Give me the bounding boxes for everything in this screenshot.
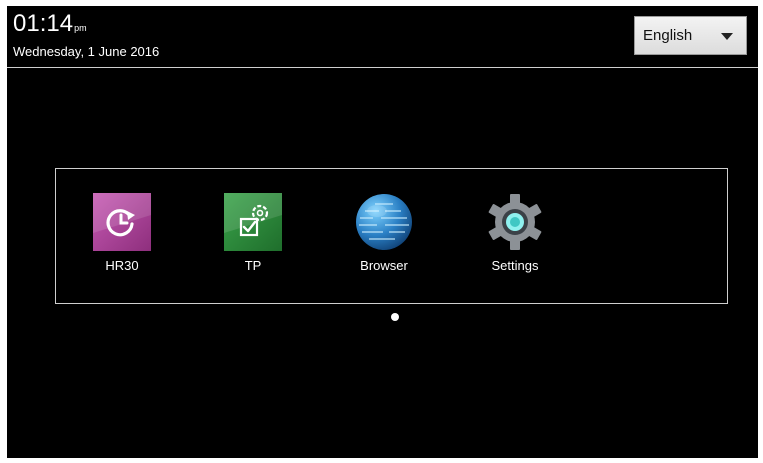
language-selected-value: English (643, 27, 693, 44)
status-bar: 01:14pm Wednesday, 1 June 2016 English (7, 6, 758, 68)
app-browser[interactable]: Browser (339, 193, 429, 275)
app-label-browser: Browser (360, 258, 408, 273)
language-dropdown[interactable]: English (634, 16, 747, 55)
gear-icon (488, 194, 542, 250)
tp-icon (224, 193, 282, 251)
home-screen: 01:14pm Wednesday, 1 June 2016 English H… (7, 6, 758, 458)
page-indicator-dot (391, 313, 399, 321)
app-hr30[interactable]: HR30 (77, 193, 167, 275)
hr30-icon (93, 193, 151, 251)
globe-icon (356, 194, 412, 250)
app-launcher-panel: HR30 TP Browser Settings (55, 168, 728, 304)
app-label-tp: TP (244, 258, 262, 273)
clock-time: 01:14 (13, 10, 74, 37)
app-settings[interactable]: Settings (470, 193, 560, 275)
chevron-down-icon (721, 33, 733, 40)
app-label-settings: Settings (491, 258, 539, 273)
app-tp[interactable]: TP (208, 193, 298, 275)
app-label-hr30: HR30 (105, 258, 139, 273)
clock-ampm: pm (74, 23, 87, 33)
date-label: Wednesday, 1 June 2016 (13, 44, 160, 59)
clock: 01:14pm (13, 11, 87, 41)
